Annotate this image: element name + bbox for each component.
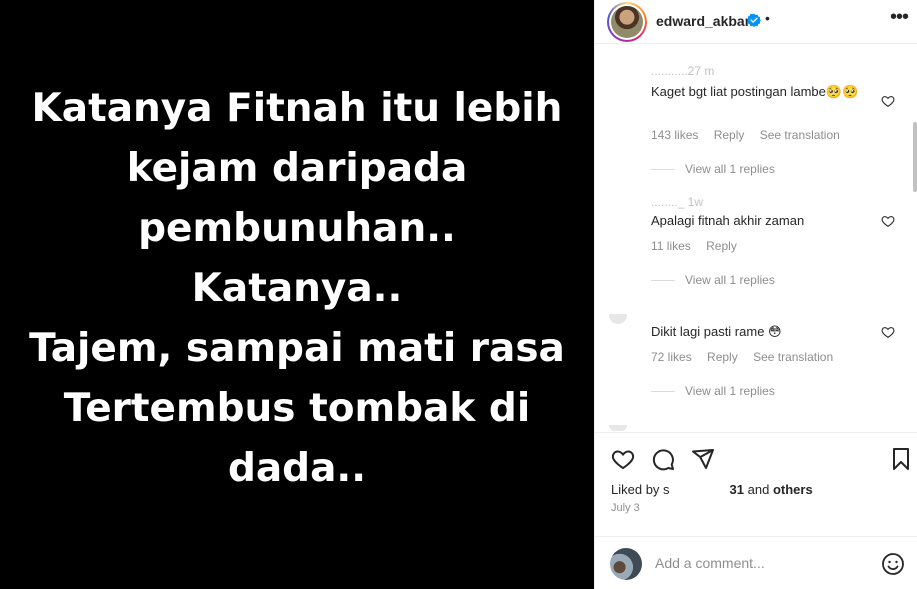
comment-text: Apalagi fitnah akhir zaman: [651, 213, 805, 228]
comments-list[interactable]: ...........27 m Kaget bgt liat postingan…: [595, 52, 917, 432]
more-options-icon[interactable]: •••: [890, 6, 909, 29]
comment-input[interactable]: [655, 555, 865, 571]
comment-username-faded: ........_ 1w: [651, 195, 704, 209]
liked-others[interactable]: others: [773, 482, 813, 497]
view-replies-button[interactable]: View all 1 replies: [651, 273, 775, 287]
comment-text: Dikit lagi pasti rame 😳: [651, 324, 782, 339]
reply-button[interactable]: Reply: [707, 350, 738, 364]
avatar[interactable]: [607, 2, 647, 42]
comment-meta: 72 likes Reply See translation: [651, 350, 845, 364]
view-replies-button[interactable]: View all 1 replies: [651, 384, 775, 398]
divider-line: [651, 168, 675, 170]
comment-likes[interactable]: 11 likes: [651, 239, 691, 253]
comment-meta: 11 likes Reply: [651, 239, 749, 253]
current-user-avatar: [610, 548, 642, 580]
post-actions: Liked by s 31 and others July 3: [595, 432, 917, 589]
divider-line: [651, 279, 675, 281]
comment-icon[interactable]: [651, 447, 675, 471]
post-text-line: kejam daripada: [126, 145, 468, 191]
view-replies-label: View all 1 replies: [685, 273, 775, 287]
share-icon[interactable]: [691, 447, 715, 471]
comments-scrollbar[interactable]: [913, 122, 917, 192]
view-replies-button[interactable]: View all 1 replies: [651, 162, 775, 176]
separator-dot: •: [765, 10, 770, 26]
comment-like-icon[interactable]: [881, 325, 895, 339]
comment-like-icon[interactable]: [881, 214, 895, 228]
emoji-icon[interactable]: [881, 552, 905, 576]
liked-user-tail: 31: [729, 482, 745, 497]
add-comment-bar: [595, 536, 917, 589]
view-replies-label: View all 1 replies: [685, 162, 775, 176]
commenter-avatar-faded: [609, 314, 627, 324]
post-text-line: dada..: [227, 445, 367, 491]
liked-by-text[interactable]: Liked by s 31 and others: [611, 482, 813, 497]
divider-line: [651, 390, 675, 392]
post-text-line: pembunuhan..: [138, 205, 456, 251]
comment-likes[interactable]: 143 likes: [651, 128, 698, 142]
comment-username-faded: ...........27 m: [651, 64, 715, 78]
comment-meta: 143 likes Reply See translation: [651, 128, 852, 142]
reply-button[interactable]: Reply: [714, 128, 745, 142]
view-replies-label: View all 1 replies: [685, 384, 775, 398]
hidden-username: [669, 484, 730, 494]
comment-likes[interactable]: 72 likes: [651, 350, 692, 364]
bookmark-icon[interactable]: [889, 447, 913, 471]
reply-button[interactable]: Reply: [706, 239, 737, 253]
verified-badge-icon: [747, 13, 761, 27]
see-translation-button[interactable]: See translation: [760, 128, 840, 142]
post-text-line: Katanya..: [191, 265, 403, 311]
post-text-line: Katanya Fitnah itu lebih: [31, 85, 563, 131]
post-image[interactable]: Katanya Fitnah itu lebih kejam daripada …: [0, 0, 594, 589]
post-text-line: Tertembus tombak di: [63, 385, 531, 431]
see-translation-button[interactable]: See translation: [753, 350, 833, 364]
post-side-panel: edward_akbar • ••• ...........27 m Kaget…: [594, 0, 917, 589]
comment-like-icon[interactable]: [881, 94, 895, 108]
commenter-avatar-faded: [609, 425, 627, 431]
post-caption-image-text: Katanya Fitnah itu lebih kejam daripada …: [0, 79, 594, 499]
heart-icon[interactable]: [611, 447, 635, 471]
post-date[interactable]: July 3: [611, 502, 640, 514]
liked-and: and: [744, 482, 773, 497]
comment-text: Kaget bgt liat postingan lambe🥺🥺: [651, 84, 859, 99]
username-link[interactable]: edward_akbar: [656, 13, 750, 29]
liked-prefix: Liked by s: [611, 482, 670, 497]
post-text-line: Tajem, sampai mati rasa: [29, 325, 565, 371]
post-header: edward_akbar • •••: [595, 0, 917, 44]
